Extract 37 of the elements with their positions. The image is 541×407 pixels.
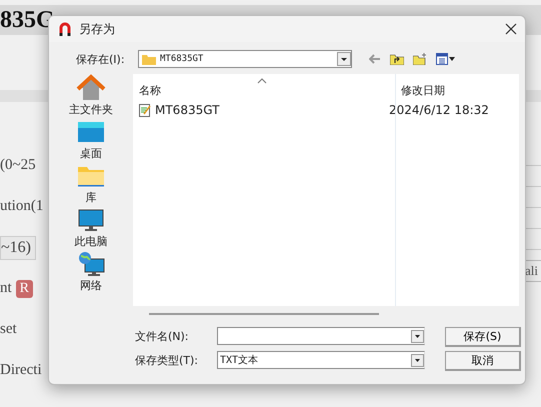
field-label: 文件名(N): — [135, 328, 190, 344]
magnet-icon — [59, 22, 71, 36]
input-field[interactable]: ~16) — [0, 236, 36, 260]
scrollbar[interactable] — [149, 313, 379, 315]
field-label: nt — [0, 280, 12, 297]
date-cell-text: 2024/6/12 18:32 — [388, 102, 490, 119]
filename-field[interactable] — [217, 327, 425, 345]
sidebar-item[interactable]: 此电脑 — [74, 206, 108, 250]
home-icon — [76, 74, 106, 102]
new-folder-icon[interactable] — [413, 53, 427, 65]
cancel-button[interactable]: 取消 — [445, 351, 521, 371]
sidebar-item[interactable]: 网络 — [76, 250, 106, 294]
save-button[interactable]: 保存(S) — [445, 327, 521, 347]
sidebar-item[interactable]: 桌面 — [76, 118, 106, 162]
field-label: 保存类型(T): — [135, 352, 200, 368]
sidebar-item[interactable]: 库 — [76, 162, 106, 206]
column-header[interactable]: 名称 — [133, 74, 395, 100]
tag-badge: R — [16, 280, 34, 298]
text-file-icon — [139, 104, 151, 116]
close-icon[interactable] — [505, 23, 517, 35]
folder-icon — [142, 54, 156, 64]
file-type-dropdown[interactable]: TXT文本 — [217, 351, 425, 369]
field-label: set — [0, 321, 17, 338]
column-header[interactable]: 修改日期 — [395, 74, 519, 100]
sidebar-item[interactable]: 主文件夹 — [69, 74, 113, 118]
network-monitor-icon — [76, 250, 106, 278]
up-folder-icon[interactable] — [390, 53, 404, 65]
field-label: ution(1 — [0, 198, 44, 215]
sort-caret-icon — [257, 78, 267, 84]
location-dropdown[interactable]: MT6835GT — [138, 50, 352, 68]
back-arrow-icon[interactable] — [369, 54, 381, 64]
dialog-title: 另存为 — [79, 20, 115, 38]
field-label: Directi — [0, 362, 42, 379]
field-label: (0~25 — [0, 157, 36, 174]
file-item[interactable]: MT6835GT — [133, 100, 383, 120]
view-menu-icon[interactable] — [436, 53, 456, 65]
save-in-label: 保存在(I): — [76, 52, 126, 66]
